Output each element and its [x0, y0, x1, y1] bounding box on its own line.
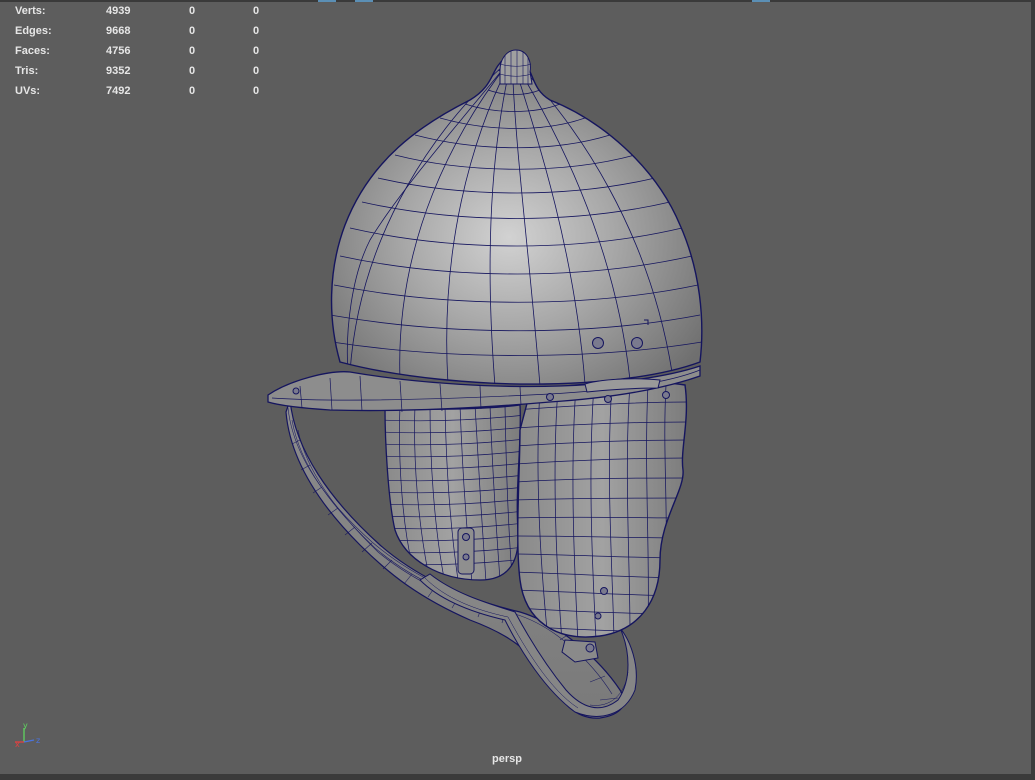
camera-name-label: persp: [492, 753, 522, 765]
axis-gizmo-icon: y x z: [15, 721, 40, 749]
axis-x-label: x: [15, 740, 20, 749]
axis-y-label: y: [23, 721, 28, 730]
axis-z-label: z: [36, 736, 40, 745]
maya-viewport[interactable]: Verts: 4939 0 0 Edges: 9668 0 0 Faces: 4…: [0, 0, 1035, 780]
viewport-right-border: [1031, 0, 1035, 780]
helmet-mesh[interactable]: [0, 0, 1035, 780]
viewport-bottom-border: [0, 774, 1035, 780]
